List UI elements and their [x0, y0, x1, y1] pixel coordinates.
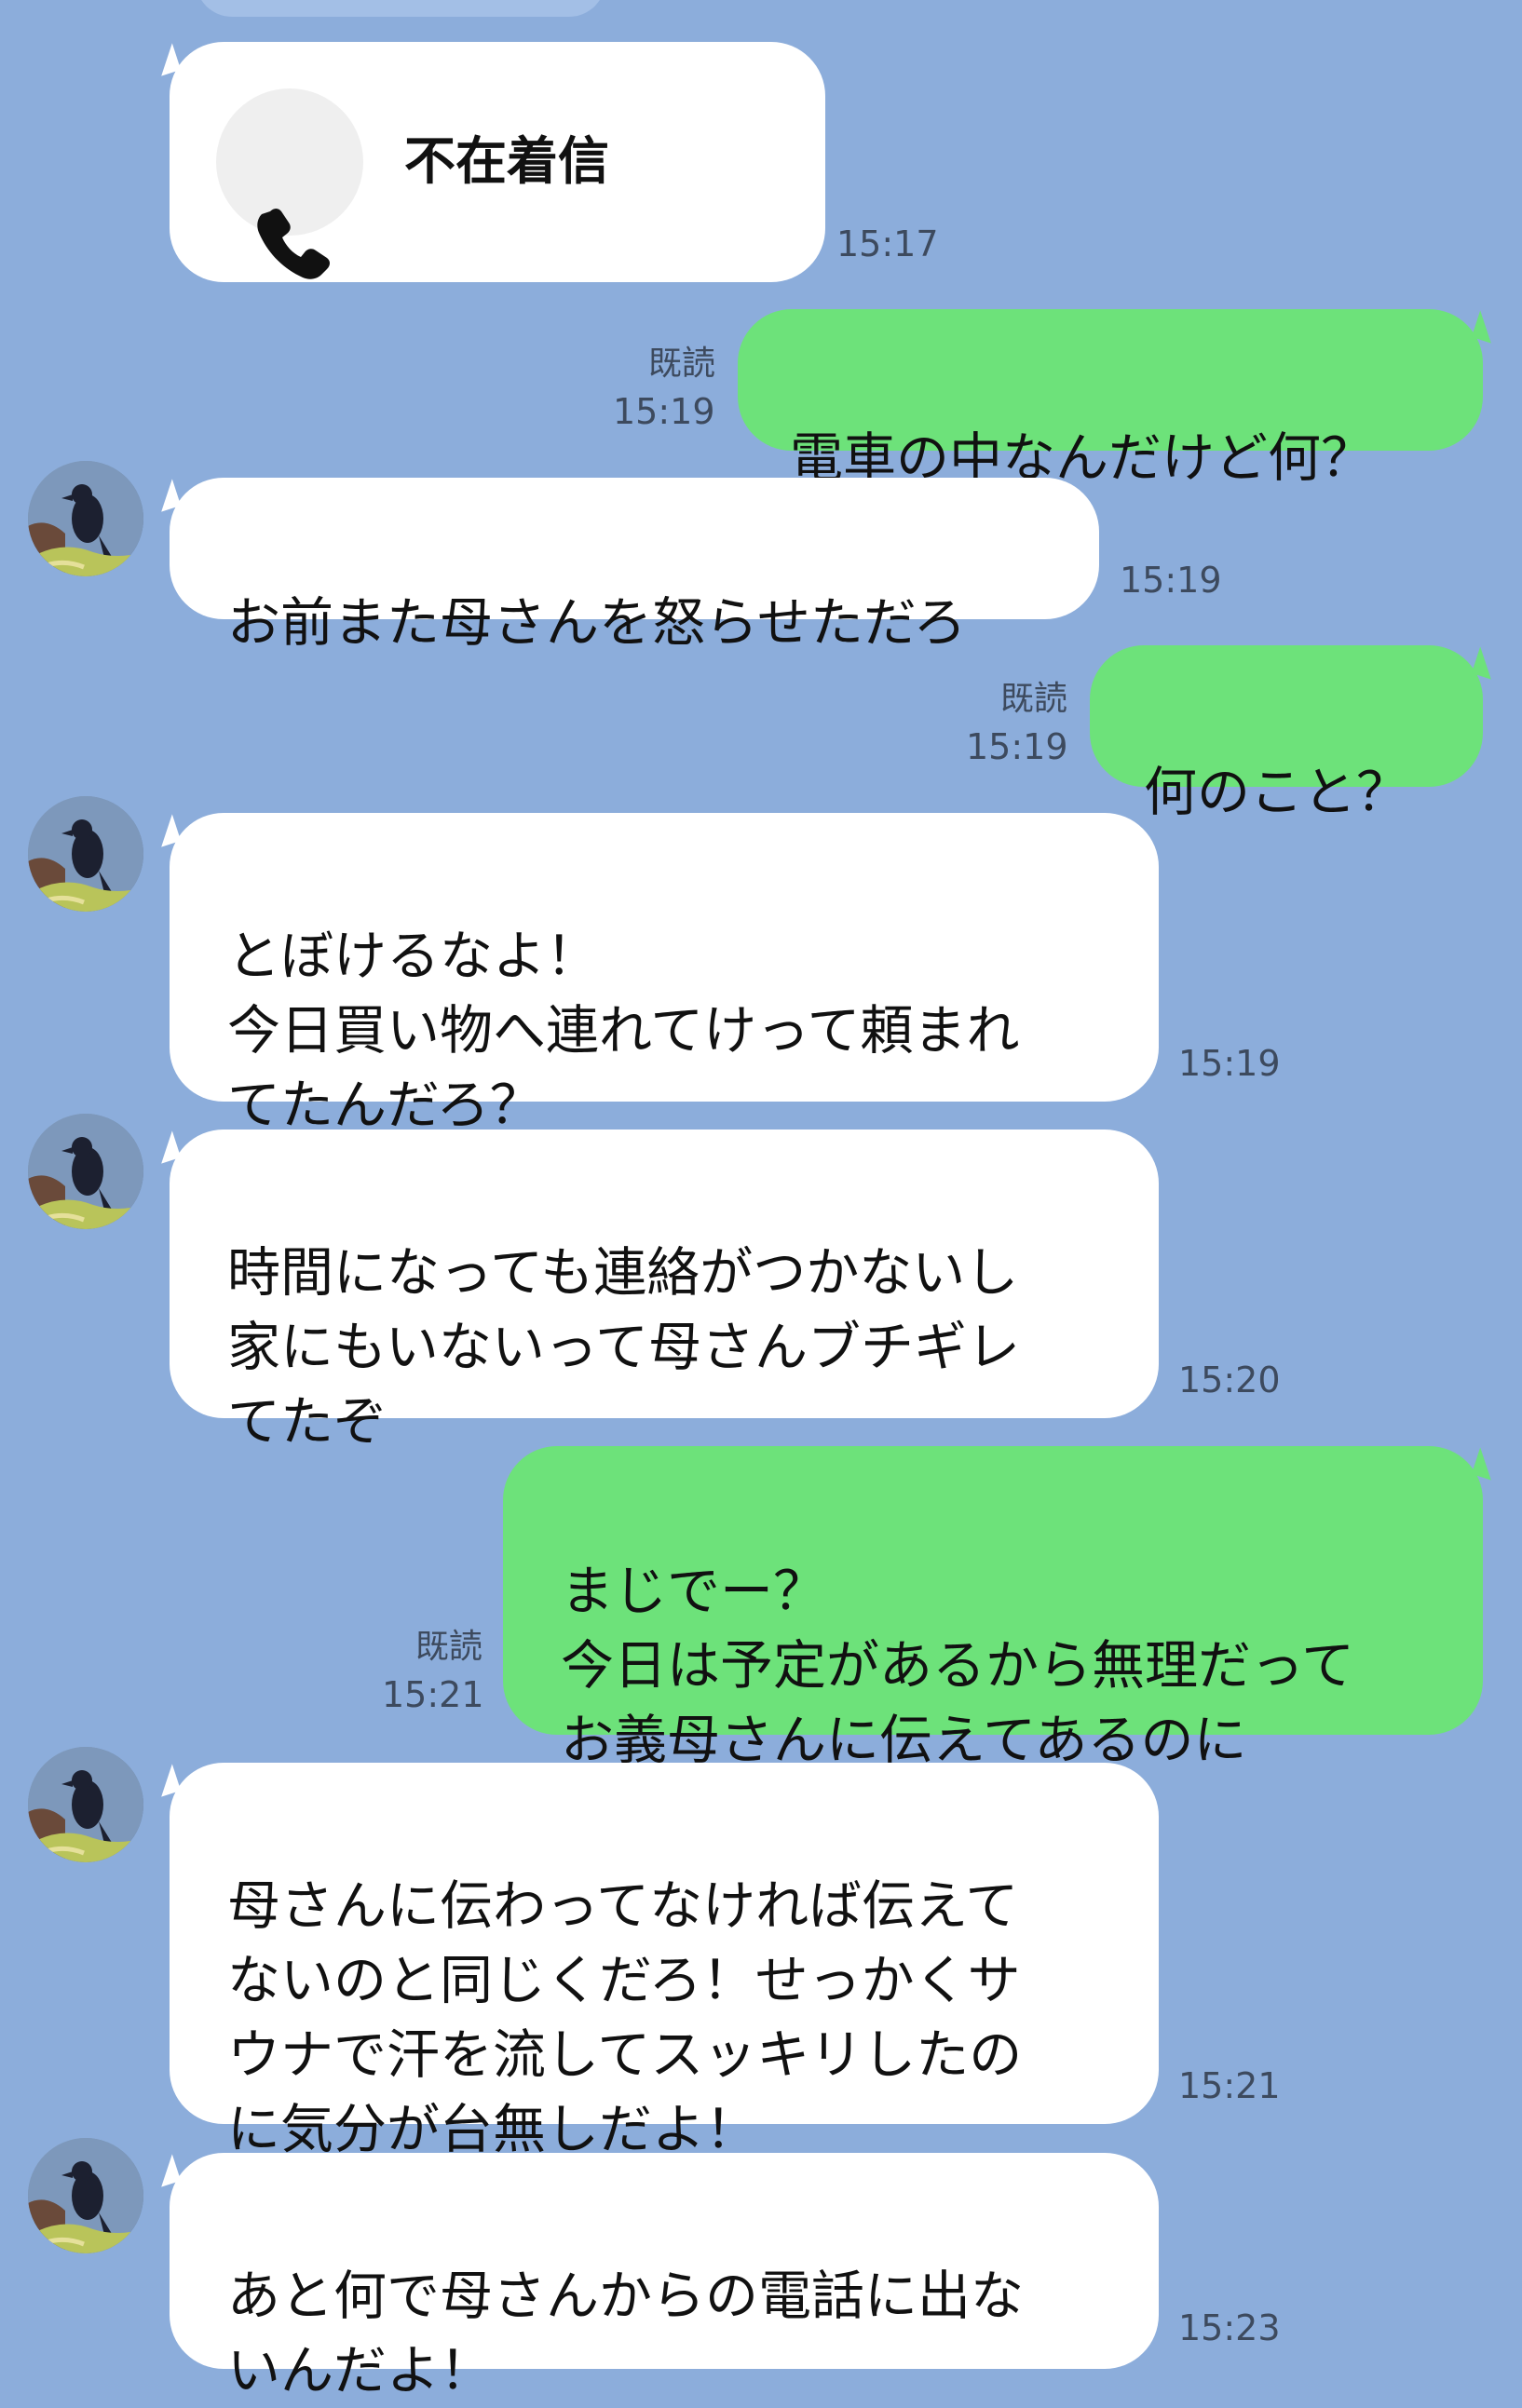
timestamp: 15:19 — [966, 726, 1068, 767]
message-text: まじでー？ 今日は予定があるから無理だって お義母さんに伝えてあるのに — [561, 1561, 1355, 1771]
timestamp: 15:21 — [382, 1674, 484, 1715]
message-bubble-outgoing[interactable]: 電車の中なんだけど何？ — [738, 309, 1483, 489]
sender-avatar[interactable] — [28, 796, 143, 912]
sender-avatar[interactable] — [28, 1747, 143, 1862]
crow-avatar — [28, 2138, 143, 2253]
message-text: とぼけるなよ！ 今日買い物へ連れてけって頼まれ てたんだろ？ — [227, 926, 1020, 1136]
message-text: あと何で母さんからの電話に出な いんだよ！ — [227, 2266, 1024, 2401]
message-bubble-incoming[interactable]: 時間になっても連絡がつかないし 家にもいないって母さんブチギレ てたぞ — [170, 1130, 1159, 1453]
message-text: 何のこと？ — [1144, 762, 1409, 823]
crow-avatar — [28, 461, 143, 576]
previous-message-fragment — [196, 0, 605, 17]
message-bubble-outgoing[interactable]: 何のこと？ — [1090, 645, 1483, 823]
timestamp: 15:19 — [1120, 560, 1222, 601]
sender-avatar[interactable] — [28, 2138, 143, 2253]
phone-icon — [257, 209, 330, 279]
crow-avatar — [28, 1114, 143, 1229]
crow-avatar — [28, 796, 143, 912]
chat-view: 不在着信 15:17 既読 15:19 電車の中なんだけど何？ お前また母さんを… — [0, 0, 1522, 2401]
message-bubble-incoming[interactable]: あと何で母さんからの電話に出な いんだよ！ — [170, 2153, 1159, 2401]
message-text: 時間になっても連絡がつかないし 家にもいないって母さんブチギレ てたぞ — [227, 1242, 1021, 1453]
timestamp: 15:20 — [1178, 1360, 1281, 1400]
message-text: お前また母さんを怒らせただろ — [227, 592, 967, 654]
timestamp: 15:19 — [613, 391, 715, 432]
sender-avatar[interactable] — [28, 461, 143, 576]
message-bubble-incoming[interactable]: とぼけるなよ！ 今日買い物へ連れてけって頼まれ てたんだろ？ — [170, 813, 1159, 1136]
read-receipt: 既読 — [414, 1628, 482, 1666]
timestamp: 15:17 — [836, 223, 939, 264]
read-receipt: 既読 — [647, 345, 715, 383]
timestamp: 15:19 — [1178, 1043, 1281, 1084]
timestamp: 15:23 — [1178, 2307, 1281, 2348]
timestamp: 15:21 — [1178, 2065, 1281, 2106]
message-bubble-incoming[interactable]: お前また母さんを怒らせただろ — [170, 478, 1099, 654]
message-text: 母さんに伝わってなければ伝えて ないのと同じくだろ！せっかくサ ウナで汗を流して… — [227, 1875, 1023, 2160]
message-bubble-incoming[interactable]: 母さんに伝わってなければ伝えて ないのと同じくだろ！せっかくサ ウナで汗を流して… — [170, 1763, 1159, 2160]
call-icon-container — [216, 88, 363, 279]
missed-call-label: 不在着信 — [404, 131, 610, 191]
crow-avatar — [28, 1747, 143, 1862]
missed-call-bubble[interactable]: 不在着信 — [170, 42, 825, 282]
sender-avatar[interactable] — [28, 1114, 143, 1229]
message-bubble-outgoing[interactable]: まじでー？ 今日は予定があるから無理だって お義母さんに伝えてあるのに — [503, 1446, 1483, 1771]
read-receipt: 既読 — [999, 680, 1067, 718]
